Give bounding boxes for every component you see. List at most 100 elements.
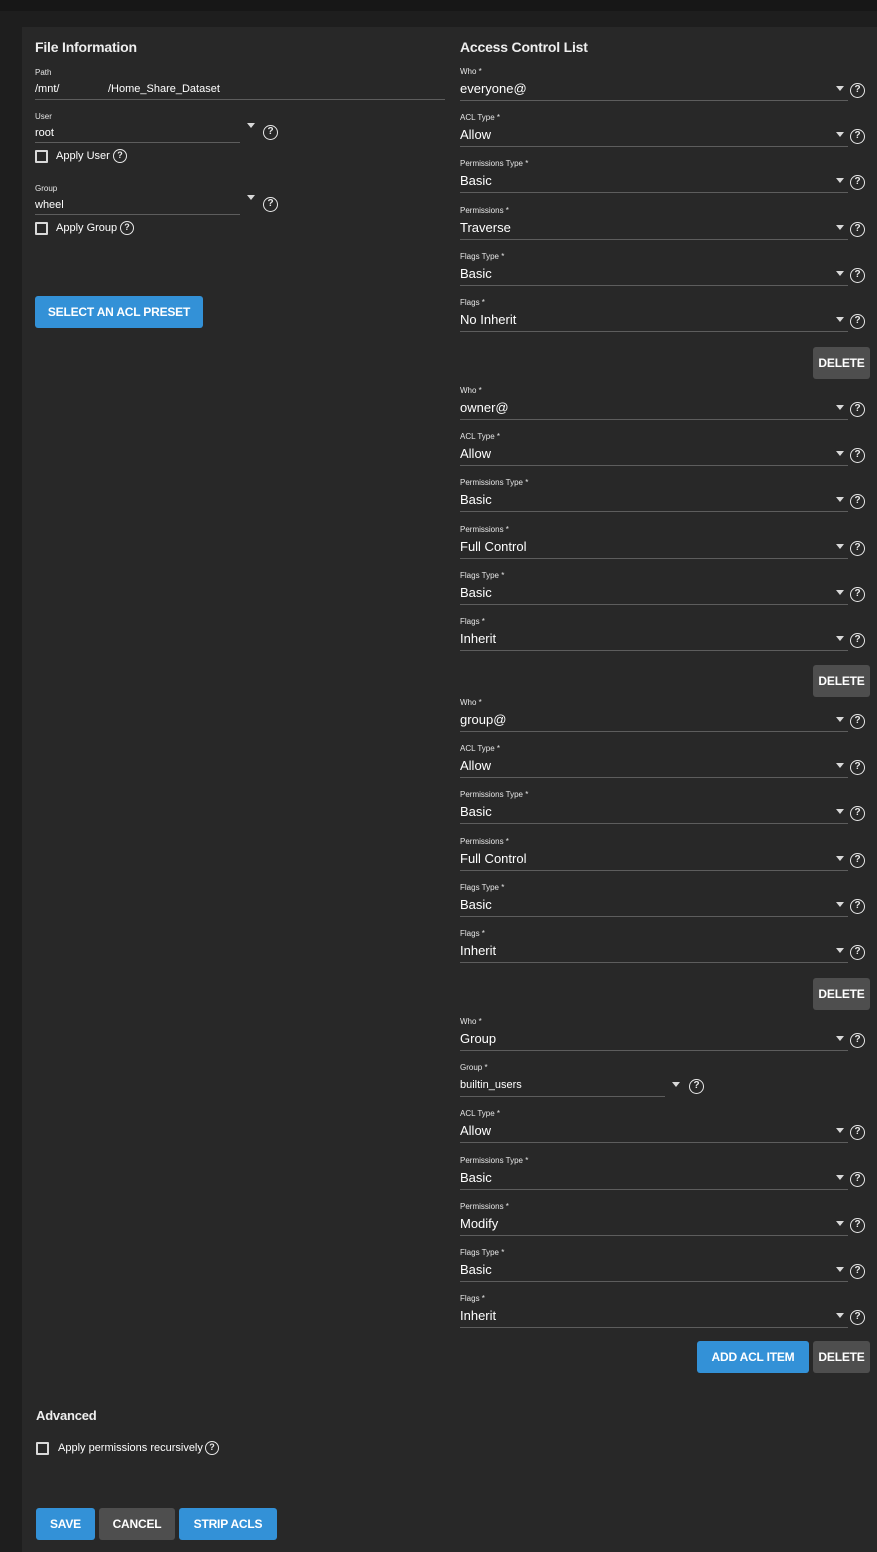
acl-1-flags-select[interactable]: No Inherit [460,312,516,328]
user-select[interactable]: root [35,125,54,141]
acl-1-acl-type-help-icon[interactable]: ? [850,129,865,145]
acl-4-perm-type-dropdown-icon[interactable] [836,1174,844,1180]
acl-3-flags-help-icon[interactable]: ? [850,945,865,960]
acl-4-acl-type-select[interactable]: Allow [460,1123,491,1139]
acl-3-perm-type-dropdown-icon[interactable] [836,809,844,815]
acl-3-perm-type-select[interactable]: Basic [460,804,492,820]
apply-group-checkbox[interactable] [35,222,48,235]
acl-1-who-help-icon[interactable]: ? [850,83,865,98]
acl-3-acl-type-select[interactable]: Allow [460,758,491,774]
acl-3-flags-type-select[interactable]: Basic [460,897,492,913]
group-help-icon[interactable]: ? [263,197,278,212]
acl-3-flags-type-help-icon[interactable]: ? [850,898,865,914]
acl-1-flags-type-help-icon[interactable]: ? [850,267,865,283]
acl-1-who-dropdown-icon[interactable] [836,86,844,91]
acl-4-group-select[interactable]: builtin_users [460,1077,522,1093]
add-acl-item-button[interactable]: ADD ACL ITEM [697,1341,809,1373]
select-acl-preset-button[interactable]: SELECT AN ACL PRESET [35,296,203,328]
acl-4-perm-type-help-icon[interactable]: ? [850,1171,865,1187]
acl-4-group-dropdown-icon[interactable] [672,1082,680,1088]
acl-2-delete-button[interactable]: DELETE [813,665,870,697]
acl-4-who-dropdown-icon[interactable] [836,1036,844,1041]
acl-2-acl-type-select[interactable]: Allow [460,446,491,462]
acl-4-flags-type-dropdown-icon[interactable] [836,1267,844,1272]
acl-4-acl-type-dropdown-icon[interactable] [836,1128,844,1134]
acl-3-who-dropdown-icon[interactable] [836,717,844,722]
acl-4-perms-select[interactable]: Modify [460,1216,498,1232]
acl-3-who-select[interactable]: group@ [460,712,506,728]
acl-1-flags-type-select[interactable]: Basic [460,266,492,282]
acl-1-perms-help-icon[interactable]: ? [850,221,865,237]
acl-3-who-help-icon[interactable]: ? [850,714,865,729]
acl-3-acl-type-dropdown-icon[interactable] [836,763,844,769]
acl-1-flags-help-icon[interactable]: ? [850,314,865,329]
acl-3-acl-type-help-icon[interactable]: ? [850,760,865,776]
acl-2-perms-select[interactable]: Full Control [460,539,526,555]
acl-3-flags-type-dropdown-icon[interactable] [836,901,844,907]
acl-4-who-help-icon[interactable]: ? [850,1033,865,1048]
acl-1-perm-type-dropdown-icon[interactable] [836,178,844,184]
save-button[interactable]: SAVE [36,1508,95,1540]
acl-3-who-underline [460,731,848,732]
acl-3-perms-select[interactable]: Full Control [460,851,526,867]
acl-1-acl-type-dropdown-icon[interactable] [836,132,844,138]
acl-2-acl-type-dropdown-icon[interactable] [836,451,844,457]
acl-4-perms-dropdown-icon[interactable] [836,1220,844,1226]
acl-3-perm-type-help-icon[interactable]: ? [850,806,865,822]
acl-2-who-select[interactable]: owner@ [460,400,509,416]
acl-1-perms-dropdown-icon[interactable] [836,224,844,230]
acl-2-flags-type-select[interactable]: Basic [460,585,492,601]
acl-4-flags-type-select[interactable]: Basic [460,1262,492,1278]
apply-user-checkbox[interactable] [35,150,48,163]
acl-2-perm-type-select[interactable]: Basic [460,492,492,508]
acl-3-perms-dropdown-icon[interactable] [836,855,844,861]
strip-acls-button[interactable]: STRIP ACLS [179,1508,277,1540]
acl-2-flags-type-dropdown-icon[interactable] [836,589,844,595]
acl-1-perm-type-select[interactable]: Basic [460,173,492,189]
acl-4-acl-type-help-icon[interactable]: ? [850,1125,865,1141]
acl-3-flags-select[interactable]: Inherit [460,943,496,959]
acl-4-flags-dropdown-icon[interactable] [836,1313,844,1319]
acl-2-perm-type-dropdown-icon[interactable] [836,497,844,503]
acl-2-who-dropdown-icon[interactable] [836,405,844,410]
user-dropdown-icon[interactable] [247,123,255,128]
acl-3-flags-dropdown-icon[interactable] [836,948,844,953]
acl-3-delete-button[interactable]: DELETE [813,978,870,1010]
apply-recursively-checkbox[interactable] [36,1442,49,1455]
acl-4-flags-help-icon[interactable]: ? [850,1310,865,1326]
apply-group-label: Apply Group [56,222,118,234]
acl-4-perm-type-select[interactable]: Basic [460,1170,492,1186]
acl-1-perm-type-help-icon[interactable]: ? [850,175,865,191]
acl-2-flags-dropdown-icon[interactable] [836,636,844,641]
acl-4-delete-button[interactable]: DELETE [813,1341,870,1373]
acl-2-perms-dropdown-icon[interactable] [836,543,844,549]
acl-4-flags-select[interactable]: Inherit [460,1308,496,1324]
user-help-icon[interactable]: ? [263,125,278,140]
acl-4-group-help-icon[interactable]: ? [689,1079,704,1095]
acl-4-who-select[interactable]: Group [460,1031,496,1047]
apply-recursively-label: Apply permissions recursively [58,1442,203,1454]
acl-1-acl-type-select[interactable]: Allow [460,127,491,143]
acl-4-perms-help-icon[interactable]: ? [850,1217,865,1233]
acl-1-acl-type-underline [460,146,848,148]
apply-group-help-icon[interactable]: ? [120,221,134,235]
acl-2-acl-type-help-icon[interactable]: ? [850,448,865,464]
acl-2-flags-select[interactable]: Inherit [460,631,496,647]
acl-4-flags-type-help-icon[interactable]: ? [850,1264,865,1279]
acl-2-perm-type-help-icon[interactable]: ? [850,494,865,510]
acl-1-perms-select[interactable]: Traverse [460,220,511,236]
acl-2-who-help-icon[interactable]: ? [850,402,865,417]
acl-1-who-select[interactable]: everyone@ [460,81,527,97]
apply-recursively-help-icon[interactable]: ? [205,1441,219,1455]
group-select[interactable]: wheel [35,197,64,213]
apply-user-help-icon[interactable]: ? [113,149,127,163]
cancel-button[interactable]: CANCEL [99,1508,175,1540]
acl-1-flags-dropdown-icon[interactable] [836,317,844,322]
group-dropdown-icon[interactable] [247,195,255,200]
acl-1-delete-button[interactable]: DELETE [813,347,870,379]
acl-2-flags-type-help-icon[interactable]: ? [850,586,865,602]
acl-3-perms-help-icon[interactable]: ? [850,852,865,868]
acl-1-flags-type-dropdown-icon[interactable] [836,270,844,276]
acl-2-perms-help-icon[interactable]: ? [850,540,865,556]
acl-2-flags-help-icon[interactable]: ? [850,633,865,648]
